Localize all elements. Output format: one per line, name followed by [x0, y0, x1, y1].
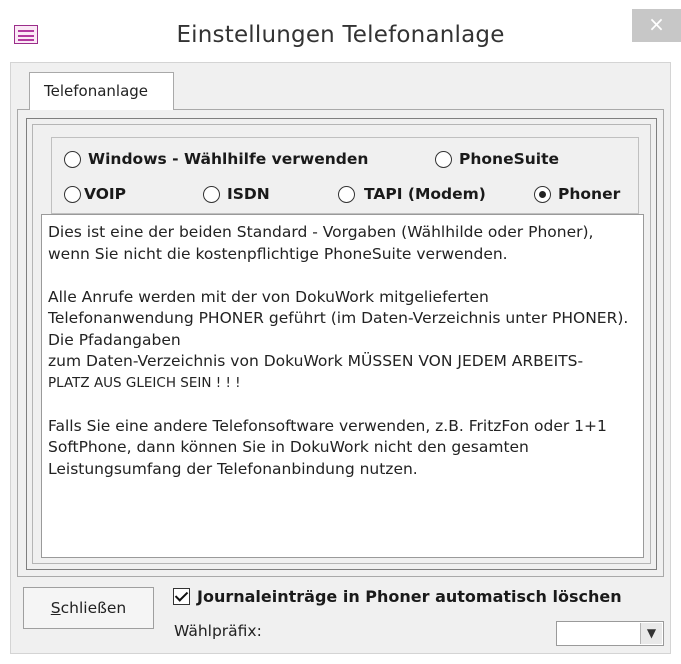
radio-phoner[interactable]: Phoner: [534, 185, 620, 203]
radio-circle: [64, 185, 81, 203]
info-line: zum Daten-Verzeichnis von DokuWork MÜSSE…: [48, 352, 584, 370]
close-icon: ×: [648, 12, 665, 36]
radio-isdn[interactable]: ISDN: [203, 185, 270, 203]
info-paragraph: Falls Sie eine andere Telefonsoftware ve…: [48, 416, 607, 478]
radio-windows-waehlhilfe[interactable]: Windows - Wählhilfe verwenden: [64, 150, 368, 168]
window-title: Einstellungen Telefonanlage: [176, 22, 505, 48]
radio-tapi-modem[interactable]: TAPI (Modem): [338, 185, 486, 203]
radio-label: ISDN: [227, 185, 270, 203]
radio-circle: [203, 185, 220, 203]
tab-telefonanlage[interactable]: Telefonanlage: [29, 72, 174, 110]
info-paragraph: Dies ist eine der beiden Standard - Vorg…: [48, 223, 594, 263]
radio-circle: [338, 185, 355, 203]
radio-voip[interactable]: VOIP: [64, 185, 126, 203]
prefix-combobox[interactable]: ▼: [556, 621, 664, 646]
info-line: PLATZ AUS GLEICH SEIN ! ! !: [48, 374, 241, 391]
tab-label: Telefonanlage: [44, 82, 149, 100]
checkbox-label: Journaleinträge in Phoner automatisch lö…: [197, 587, 622, 606]
info-textbox[interactable]: Dies ist eine der beiden Standard - Vorg…: [41, 214, 644, 558]
info-paragraph: Alle Anrufe werden mit der von DokuWork …: [48, 287, 629, 349]
checkbox-box: [173, 588, 190, 605]
radio-label: VOIP: [84, 185, 127, 203]
settings-frame-inner: Windows - Wählhilfe verwenden PhoneSuite…: [32, 124, 651, 564]
checkmark-icon: [174, 588, 189, 602]
close-button[interactable]: Schließen: [23, 587, 154, 629]
radio-circle-selected: [534, 185, 551, 203]
radio-circle: [435, 150, 452, 168]
radio-label: Phoner: [558, 185, 621, 203]
chevron-down-icon[interactable]: ▼: [640, 623, 662, 644]
close-window-button[interactable]: ×: [632, 9, 681, 42]
settings-frame: Windows - Wählhilfe verwenden PhoneSuite…: [26, 118, 657, 570]
radio-label: PhoneSuite: [459, 150, 560, 168]
radio-label: TAPI (Modem): [364, 185, 486, 203]
tab-panel: Windows - Wählhilfe verwenden PhoneSuite…: [17, 109, 664, 577]
close-button-label: Schließen: [50, 599, 127, 617]
journal-delete-checkbox[interactable]: Journaleinträge in Phoner automatisch lö…: [173, 587, 622, 606]
radio-circle: [64, 150, 81, 168]
radio-phonesuite[interactable]: PhoneSuite: [435, 150, 559, 168]
prefix-label: Wählpräfix:: [174, 622, 262, 640]
dialog-body: Telefonanlage Windows - Wählhilfe verwen…: [10, 62, 671, 654]
dial-method-option-group: Windows - Wählhilfe verwenden PhoneSuite…: [51, 137, 639, 214]
radio-label: Windows - Wählhilfe verwenden: [88, 150, 369, 168]
title-bar: Einstellungen Telefonanlage ×: [0, 0, 681, 62]
